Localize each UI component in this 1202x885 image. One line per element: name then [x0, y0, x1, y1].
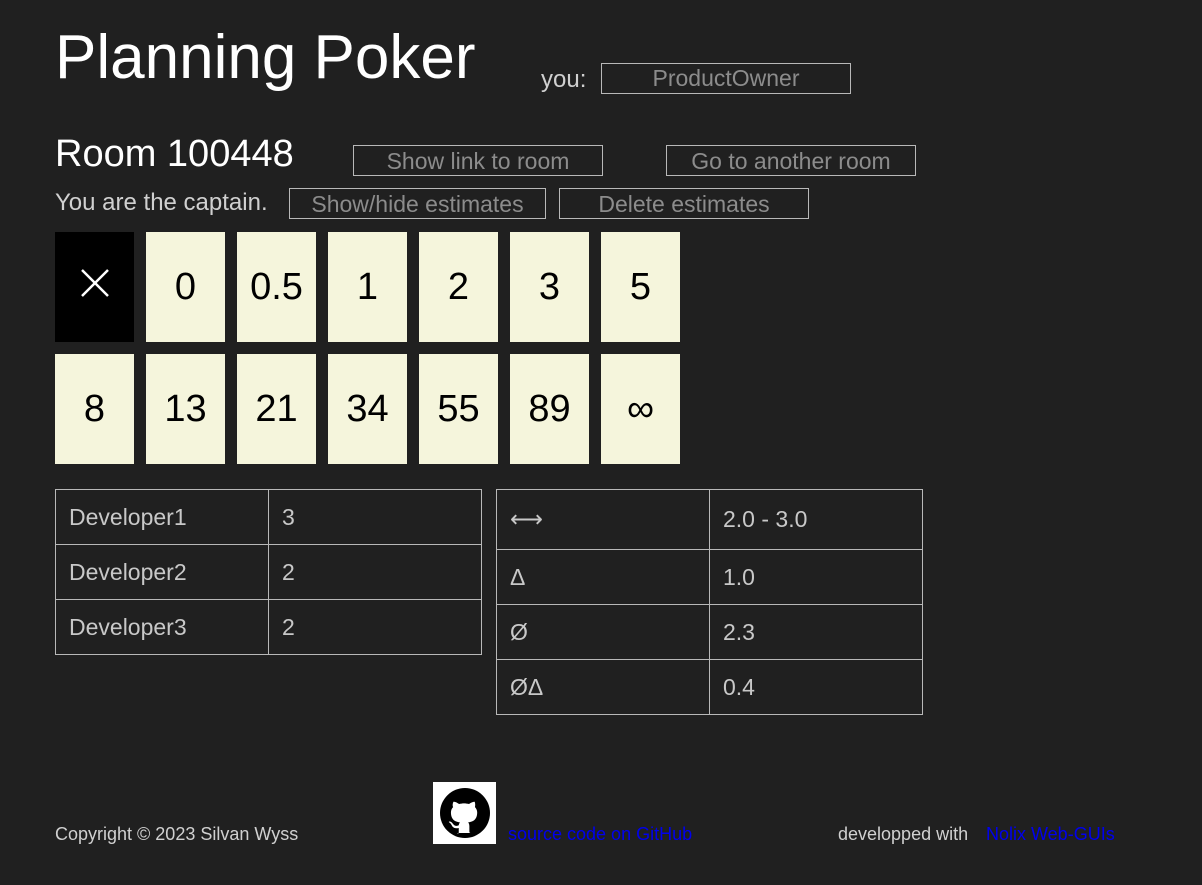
github-icon[interactable]: [433, 782, 496, 844]
average-deviation-symbol: ØΔ: [496, 659, 710, 715]
table-row: Developer2 2: [55, 544, 482, 600]
card-89[interactable]: 89: [510, 354, 589, 464]
card-infinity[interactable]: ∞: [601, 354, 680, 464]
delete-estimates-button[interactable]: Delete estimates: [559, 188, 809, 219]
app-title: Planning Poker: [55, 23, 476, 92]
statistics-table: ⟷ 2.0 - 3.0 Δ 1.0 Ø 2.3 ØΔ 0.4: [496, 489, 923, 715]
average-value: 2.3: [709, 604, 923, 660]
close-icon: [79, 266, 111, 309]
participant-name: Developer3: [55, 599, 269, 655]
table-row: Developer3 2: [55, 599, 482, 655]
deviation-symbol: Δ: [496, 549, 710, 605]
card-8[interactable]: 8: [55, 354, 134, 464]
range-value: 2.0 - 3.0: [709, 489, 923, 550]
card-5[interactable]: 5: [601, 232, 680, 342]
captain-status-text: You are the captain.: [55, 189, 268, 216]
card-3[interactable]: 3: [510, 232, 589, 342]
participant-name: Developer2: [55, 544, 269, 600]
card-none[interactable]: [55, 232, 134, 342]
average-deviation-value: 0.4: [709, 659, 923, 715]
participant-estimate: 2: [268, 544, 482, 600]
planning-poker-page: Planning Poker you: Room 100448 Show lin…: [0, 0, 1202, 885]
card-21[interactable]: 21: [237, 354, 316, 464]
nolix-link[interactable]: Nolix Web-GUIs: [986, 823, 1115, 845]
show-link-button[interactable]: Show link to room: [353, 145, 603, 176]
user-name-field[interactable]: [601, 63, 851, 94]
card-13[interactable]: 13: [146, 354, 225, 464]
participant-estimate: 2: [268, 599, 482, 655]
card-1[interactable]: 1: [328, 232, 407, 342]
table-row: Developer1 3: [55, 489, 482, 545]
average-symbol: Ø: [496, 604, 710, 660]
table-row: ⟷ 2.0 - 3.0: [496, 489, 923, 550]
card-34[interactable]: 34: [328, 354, 407, 464]
participant-name: Developer1: [55, 489, 269, 545]
developed-with-text: developped with: [838, 824, 969, 844]
go-to-another-room-button[interactable]: Go to another room: [666, 145, 916, 176]
card-0.5[interactable]: 0.5: [237, 232, 316, 342]
card-2[interactable]: 2: [419, 232, 498, 342]
you-label: you:: [541, 66, 587, 93]
table-row: Δ 1.0: [496, 549, 923, 605]
deviation-value: 1.0: [709, 549, 923, 605]
card-0[interactable]: 0: [146, 232, 225, 342]
room-title: Room 100448: [55, 133, 294, 175]
estimates-table: Developer1 3 Developer2 2 Developer3 2: [55, 489, 482, 655]
range-symbol: ⟷: [496, 489, 710, 550]
table-row: Ø 2.3: [496, 604, 923, 660]
github-source-link[interactable]: source code on GitHub: [508, 823, 692, 845]
participant-estimate: 3: [268, 489, 482, 545]
card-55[interactable]: 55: [419, 354, 498, 464]
copyright-text: Copyright © 2023 Silvan Wyss: [55, 824, 299, 844]
show-hide-estimates-button[interactable]: Show/hide estimates: [289, 188, 546, 219]
table-row: ØΔ 0.4: [496, 659, 923, 715]
card-deck: 0 0.5 1 2 3 5 8 13 21 34 55 89 ∞: [55, 232, 680, 464]
